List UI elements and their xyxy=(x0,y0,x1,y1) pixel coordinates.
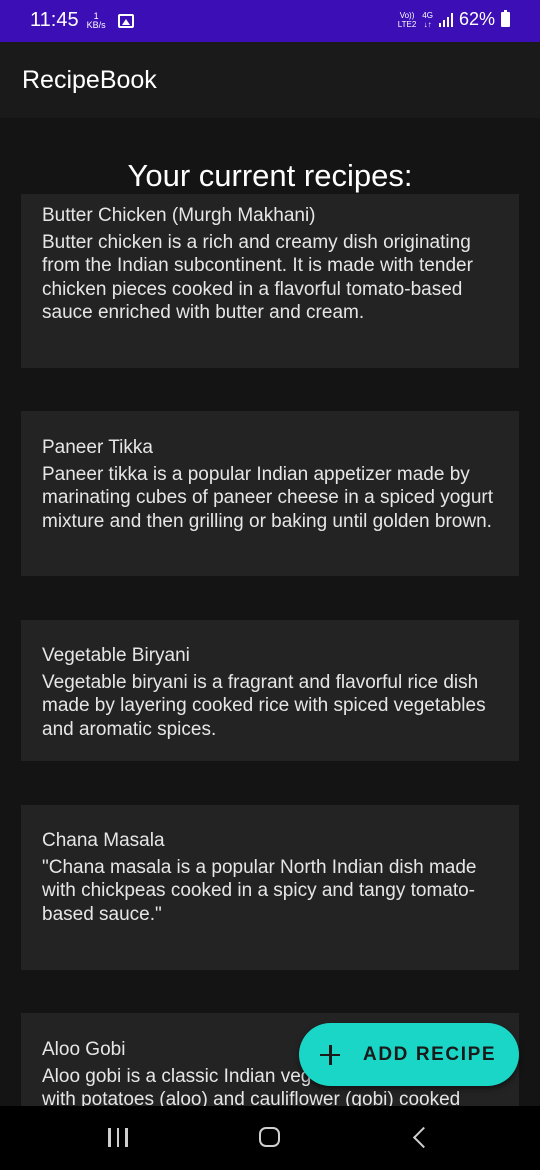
recipe-card[interactable]: Chana Masala "Chana masala is a popular … xyxy=(21,805,519,970)
add-recipe-label: ADD RECIPE xyxy=(363,1043,497,1065)
recipe-title: Butter Chicken (Murgh Makhani) xyxy=(42,205,316,226)
recipe-card[interactable]: Butter Chicken (Murgh Makhani) Butter ch… xyxy=(21,194,519,368)
recipe-title: Chana Masala xyxy=(42,830,165,851)
recents-icon[interactable] xyxy=(108,1128,128,1147)
home-icon[interactable] xyxy=(259,1127,280,1147)
recipe-card[interactable]: Vegetable Biryani Vegetable biryani is a… xyxy=(21,620,519,761)
add-recipe-button[interactable]: ADD RECIPE xyxy=(299,1023,519,1086)
plus-icon xyxy=(319,1044,341,1066)
page-heading: Your current recipes: xyxy=(127,158,413,193)
recipe-description: Butter chicken is a rich and creamy dish… xyxy=(42,231,473,324)
recipe-card[interactable]: Paneer Tikka Paneer tikka is a popular I… xyxy=(21,411,519,576)
navigation-bar xyxy=(0,1106,540,1170)
recipe-title: Vegetable Biryani xyxy=(42,645,190,666)
recipe-description: Paneer tikka is a popular Indian appetiz… xyxy=(42,463,493,532)
recipe-description: Vegetable biryani is a fragrant and flav… xyxy=(42,671,486,740)
recipe-title: Paneer Tikka xyxy=(42,437,153,458)
back-icon[interactable] xyxy=(412,1126,435,1149)
recipe-description: "Chana masala is a popular North Indian … xyxy=(42,856,477,925)
